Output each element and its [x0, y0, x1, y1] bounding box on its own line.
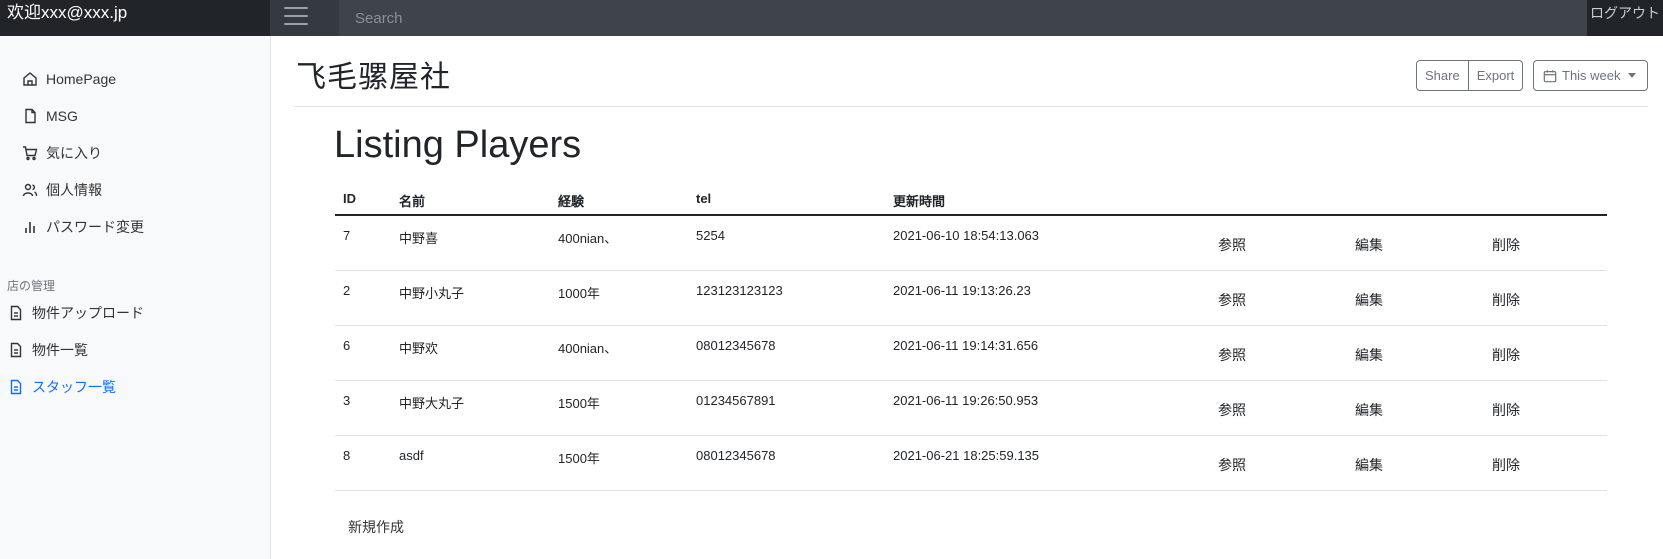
delete-link[interactable]: 削除: [1492, 290, 1520, 310]
sidebar-item-label: スタッフ一覧: [32, 379, 116, 395]
logout-link[interactable]: ログアウト: [1587, 0, 1663, 36]
hamburger-menu-icon[interactable]: [284, 7, 308, 27]
page-title: 飞毛骡屋社: [296, 60, 451, 95]
cell-updated: 2021-06-10 18:54:13.063: [893, 228, 1040, 243]
cell-id: 6: [343, 338, 351, 353]
table-row: 7 中野喜 400nian、 5254 2021-06-10 18:54:13.…: [335, 216, 1607, 271]
delete-link[interactable]: 削除: [1492, 235, 1520, 255]
column-header: 経験: [558, 194, 585, 209]
share-export-group: Share Export: [1416, 60, 1524, 91]
table-header: ID 名前 経験 tel 更新時間: [335, 185, 1607, 216]
view-link[interactable]: 参照: [1218, 235, 1246, 255]
column-header: tel: [696, 191, 712, 206]
cell-id: 3: [343, 393, 351, 408]
cell-experience: 400nian、: [558, 231, 618, 246]
cell-updated: 2021-06-11 19:26:50.953: [893, 393, 1039, 408]
delete-link[interactable]: 削除: [1492, 345, 1520, 365]
sidebar-item-label: パスワード変更: [46, 219, 144, 235]
calendar-icon: [1543, 69, 1557, 82]
sidebar-item-property-list[interactable]: 物件一覧: [8, 338, 88, 362]
sidebar-item-label: 個人情報: [46, 182, 102, 198]
cell-id: 7: [343, 228, 351, 243]
section-heading: 店の管理: [7, 279, 56, 293]
search-input[interactable]: [339, 0, 1587, 36]
sidebar-item-label: MSG: [46, 108, 78, 124]
sidebar: HomePage MSG 気に入り 個人情報 パスワード変更 店の管理 物件アッ…: [0, 36, 271, 559]
cell-updated: 2021-06-11 19:13:26.23: [893, 283, 1031, 298]
players-table: ID 名前 経験 tel 更新時間 7 中野喜 400nian、 5254 20…: [335, 185, 1607, 491]
table-row: 6 中野欢 400nian、 08012345678 2021-06-11 19…: [335, 326, 1607, 381]
sidebar-item-label: HomePage: [46, 71, 117, 87]
column-header: ID: [343, 191, 356, 206]
cell-experience: 400nian、: [558, 341, 618, 356]
file-text-icon: [10, 305, 22, 321]
sidebar-item-label: 気に入り: [46, 145, 102, 161]
cell-experience: 1500年: [558, 451, 600, 466]
cell-id: 2: [343, 283, 351, 298]
delete-link[interactable]: 削除: [1492, 400, 1520, 420]
sidebar-item-label: 物件一覧: [32, 342, 88, 358]
file-text-icon: [10, 379, 22, 395]
cell-updated: 2021-06-21 18:25:59.135: [893, 448, 1040, 463]
sidebar-item-homepage[interactable]: HomePage: [22, 67, 116, 91]
sidebar-item-staff-list[interactable]: スタッフ一覧: [8, 375, 116, 399]
period-label: This week: [1562, 68, 1621, 83]
edit-link[interactable]: 編集: [1355, 345, 1383, 365]
cell-id: 8: [343, 448, 351, 463]
cell-name: 中野喜: [399, 231, 439, 246]
column-header: 更新時間: [893, 194, 946, 209]
cell-experience: 1000年: [558, 286, 600, 301]
table-row: 8 asdf 1500年 08012345678 2021-06-21 18:2…: [335, 436, 1607, 491]
cell-updated: 2021-06-11 19:14:31.656: [893, 338, 1039, 353]
export-button[interactable]: Export: [1467, 61, 1523, 90]
header-divider: [294, 106, 1648, 107]
cart-icon: [23, 146, 38, 161]
home-icon: [23, 72, 37, 86]
cell-name: asdf: [399, 448, 424, 463]
top-navbar: 欢迎xxx@xxx.jp ログアウト: [0, 0, 1663, 36]
chevron-down-icon: [1627, 73, 1636, 78]
sidebar-item-label: 物件アップロード: [32, 305, 144, 321]
delete-link[interactable]: 削除: [1492, 455, 1520, 475]
view-link[interactable]: 参照: [1218, 345, 1246, 365]
bar-chart-icon: [25, 222, 35, 233]
edit-link[interactable]: 編集: [1355, 400, 1383, 420]
edit-link[interactable]: 編集: [1355, 235, 1383, 255]
cell-name: 中野大丸子: [399, 396, 465, 411]
listing-heading: Listing Players: [334, 124, 582, 166]
cell-tel: 5254: [696, 228, 725, 243]
cell-name: 中野小丸子: [399, 286, 465, 301]
brand-welcome: 欢迎xxx@xxx.jp: [0, 0, 270, 36]
cell-name: 中野欢: [399, 341, 439, 356]
table-row: 3 中野大丸子 1500年 01234567891 2021-06-11 19:…: [335, 381, 1607, 436]
view-link[interactable]: 参照: [1218, 455, 1246, 475]
file-text-icon: [10, 342, 22, 358]
table-row: 2 中野小丸子 1000年 123123123123 2021-06-11 19…: [335, 271, 1607, 326]
sidebar-item-property-upload[interactable]: 物件アップロード: [8, 301, 144, 325]
view-link[interactable]: 参照: [1218, 400, 1246, 420]
create-new-link[interactable]: 新規作成: [348, 517, 404, 537]
file-icon: [25, 108, 36, 124]
users-icon: [22, 183, 38, 197]
cell-tel: 01234567891: [696, 393, 776, 408]
sidebar-item-favorites[interactable]: 気に入り: [22, 141, 102, 165]
cell-tel: 08012345678: [696, 338, 776, 353]
column-header: 名前: [399, 194, 426, 209]
sidebar-item-password[interactable]: パスワード変更: [22, 215, 144, 239]
share-button[interactable]: Share: [1417, 61, 1468, 90]
sidebar-item-msg[interactable]: MSG: [22, 104, 78, 128]
cell-tel: 08012345678: [696, 448, 776, 463]
period-dropdown[interactable]: This week: [1533, 60, 1648, 91]
edit-link[interactable]: 編集: [1355, 290, 1383, 310]
cell-experience: 1500年: [558, 396, 600, 411]
view-link[interactable]: 参照: [1218, 290, 1246, 310]
sidebar-item-profile[interactable]: 個人情報: [22, 178, 102, 202]
edit-link[interactable]: 編集: [1355, 455, 1383, 475]
cell-tel: 123123123123: [696, 283, 783, 298]
